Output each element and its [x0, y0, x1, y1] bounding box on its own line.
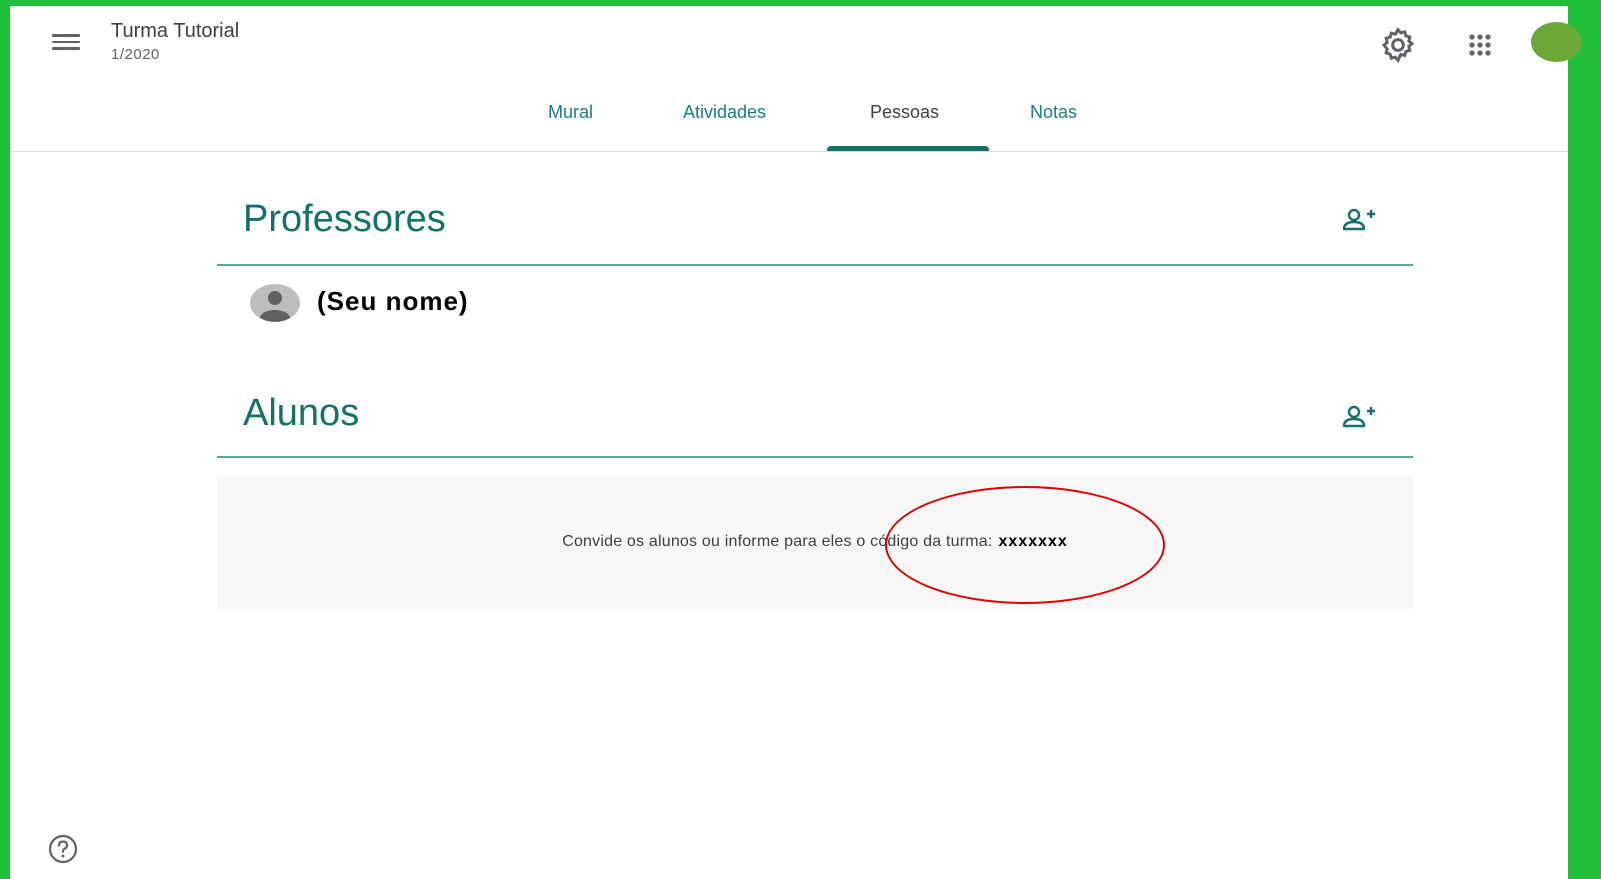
- frame-top-border: [0, 0, 1601, 6]
- students-section-title: Alunos: [243, 392, 360, 434]
- students-section-divider: [217, 456, 1413, 458]
- apps-grid-icon[interactable]: [1460, 25, 1500, 65]
- help-circle-icon[interactable]: [46, 832, 80, 866]
- account-avatar[interactable]: [1531, 22, 1582, 62]
- frame-right-border: [1568, 0, 1601, 879]
- invite-message: Convide os alunos ou informe para eles o…: [562, 533, 993, 550]
- add-student-icon[interactable]: [1340, 402, 1380, 434]
- header-divider: [10, 151, 1568, 152]
- teachers-section-title: Professores: [243, 198, 446, 240]
- invite-message-line: Convide os alunos ou informe para eles o…: [217, 533, 1413, 551]
- teacher-name[interactable]: (Seu nome): [317, 286, 469, 317]
- teachers-section-divider: [217, 264, 1413, 266]
- teacher-avatar: [250, 284, 300, 322]
- hamburger-menu-icon[interactable]: [46, 26, 86, 58]
- class-title[interactable]: Turma Tutorial: [111, 20, 239, 43]
- tab-atividades[interactable]: Atividades: [683, 102, 766, 123]
- tab-notas[interactable]: Notas: [1030, 102, 1077, 123]
- invite-panel: Convide os alunos ou informe para eles o…: [217, 476, 1413, 609]
- class-period: 1/2020: [111, 46, 160, 63]
- tab-pessoas[interactable]: Pessoas: [870, 102, 939, 123]
- tab-mural[interactable]: Mural: [548, 102, 593, 123]
- gear-icon[interactable]: [1378, 25, 1418, 65]
- frame-left-border: [0, 0, 10, 879]
- class-code[interactable]: xxxxxxx: [999, 533, 1068, 550]
- add-teacher-icon[interactable]: [1340, 205, 1380, 237]
